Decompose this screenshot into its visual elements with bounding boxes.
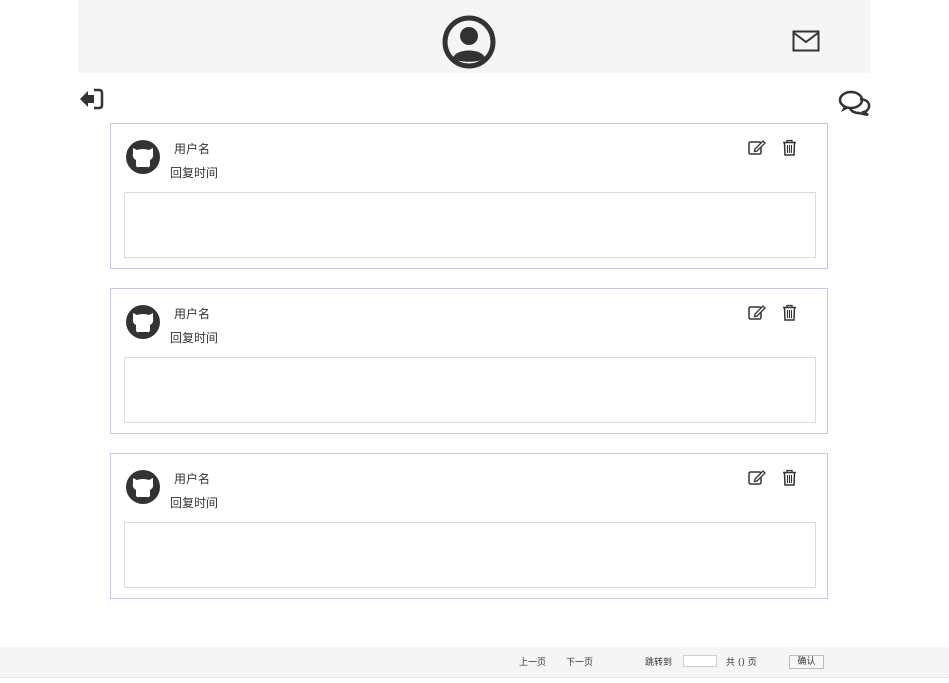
reply-content [124,192,816,258]
edit-icon[interactable] [748,469,766,486]
reply-username: 用户名 [174,307,211,321]
envelope-icon[interactable] [792,30,820,52]
reply-card: 用户名 回复时间 [110,123,828,269]
reply-card: 用户名 回复时间 [110,453,828,599]
sign-out-icon[interactable] [80,88,104,110]
reply-time: 回复时间 [170,496,219,510]
top-bar [78,0,870,73]
confirm-button[interactable]: 确认 [789,655,824,669]
reply-card: 用户名 回复时间 [110,288,828,434]
trash-icon[interactable] [782,304,797,321]
next-page-link[interactable]: 下一页 [566,657,593,669]
reply-content [124,357,816,423]
trash-icon[interactable] [782,469,797,486]
reply-time: 回复时间 [170,166,219,180]
prev-page-link[interactable]: 上一页 [519,657,546,669]
trash-icon[interactable] [782,139,797,156]
github-avatar-icon [126,140,160,174]
edit-icon[interactable] [748,139,766,156]
reply-time: 回复时间 [170,331,219,345]
reply-username: 用户名 [174,142,211,156]
user-circle-icon[interactable] [442,15,496,69]
comments-icon[interactable] [838,90,872,116]
reply-username: 用户名 [174,472,211,486]
github-avatar-icon [126,305,160,339]
github-avatar-icon [126,470,160,504]
jump-to-label: 跳转到 [645,658,673,668]
reply-content [124,522,816,588]
total-pages-label: 共 () 页 [726,658,757,668]
page-number-input[interactable] [683,655,717,667]
edit-icon[interactable] [748,304,766,321]
